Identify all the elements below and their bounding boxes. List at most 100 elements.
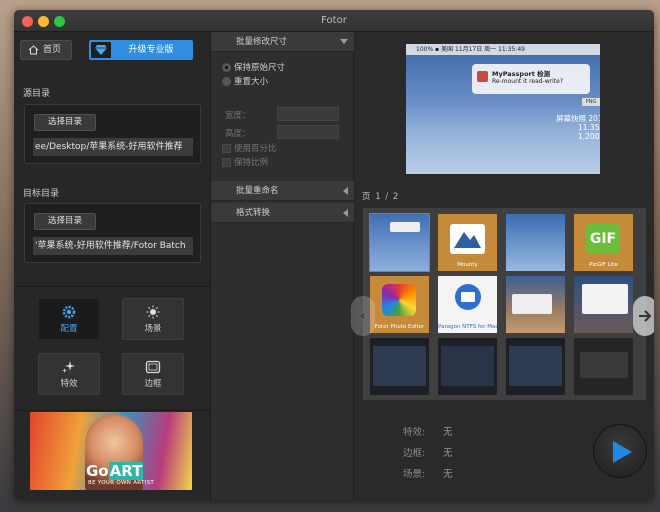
tool-effects-label: 特效	[60, 379, 78, 389]
thumbnail-caption: PicGIF Lite	[589, 262, 618, 268]
ntfs-logo-icon	[455, 284, 481, 310]
keep-original-radio[interactable]: 保持原始尺寸	[222, 61, 285, 73]
preview-caption-line: 11.35.	[578, 123, 600, 132]
home-button[interactable]: 首页	[20, 40, 72, 60]
left-panel: 首页 升级专业版 源目录 选择目录 ee/Desktop/苹果系统-好用软件推荐…	[14, 32, 211, 500]
divider	[14, 410, 211, 411]
reset-size-radio[interactable]: 重置大小	[222, 75, 268, 87]
rename-section-header[interactable]: 批量重命名	[211, 181, 354, 201]
use-percent-checkbox[interactable]: 使用百分比	[222, 142, 277, 154]
thumbnail[interactable]	[574, 276, 633, 333]
sun-icon	[146, 305, 160, 319]
width-row: 宽度：	[225, 107, 339, 121]
preview-caption-line: 1,200×4	[578, 132, 600, 141]
mounty-logo-icon	[454, 232, 481, 248]
promo-brand-art: ART	[108, 462, 144, 480]
target-dir-label: 目标目录	[23, 189, 60, 199]
home-button-label: 首页	[43, 45, 62, 55]
meta-frame-value: 无	[443, 448, 453, 459]
tool-frame-label: 边框	[144, 379, 162, 389]
meta-scene-row: 场景: 无	[403, 466, 453, 480]
divider	[14, 286, 211, 287]
meta-scene-key: 场景:	[403, 469, 426, 480]
notification-body: Re-mount it read-write?	[492, 78, 564, 85]
gif-logo-icon: GIF	[586, 224, 620, 254]
tool-effects-button[interactable]: 特效	[38, 353, 100, 395]
preview-panel: 100% ▪ 美国 11月17日 周一 11:35:49 MyPassport …	[351, 32, 654, 500]
source-dir-label: 源目录	[23, 89, 51, 99]
tool-config-button[interactable]: 配置	[38, 298, 100, 340]
resize-section-header[interactable]: 批量修改尺寸	[211, 32, 354, 52]
goart-promo-banner[interactable]: GoART BE YOUR OWN ARTIST	[30, 412, 192, 490]
preview-caption: 屏幕快照 201 11.35. 1,200×4	[556, 114, 600, 141]
thumbnail[interactable]: Mounty	[438, 214, 497, 271]
width-input[interactable]	[277, 107, 339, 121]
thumbnail[interactable]	[506, 214, 565, 271]
preview-menubar-text: 100% ▪ 美国 11月17日 周一 11:35:49	[406, 44, 600, 55]
tool-frame-button[interactable]: 边框	[122, 353, 184, 395]
promo-brand: GoART	[86, 462, 144, 480]
thumbnail[interactable]	[369, 213, 430, 272]
format-section-header[interactable]: 格式转换	[211, 203, 354, 223]
checkbox-icon	[222, 158, 231, 167]
preview-caption-line: 屏幕快照 201	[556, 114, 600, 123]
title-bar: Fotor	[14, 10, 654, 32]
height-input[interactable]	[277, 125, 339, 139]
use-percent-label: 使用百分比	[234, 144, 277, 154]
thumbnail-caption: Fotor Photo Editor	[374, 324, 425, 330]
checkbox-icon	[222, 144, 231, 153]
start-batch-button[interactable]	[593, 424, 647, 478]
promo-brand-go: Go	[86, 462, 109, 480]
tool-config-label: 配置	[60, 324, 78, 334]
page-indicator: 页 1 / 2	[362, 192, 400, 202]
preview-notification: MyPassport 检测 Re-mount it read-write?	[472, 64, 590, 94]
prev-page-button[interactable]: ‹	[351, 296, 375, 336]
target-choose-button[interactable]: 选择目录	[34, 213, 96, 230]
chevron-left-icon	[343, 187, 348, 195]
target-path-text: '苹果系统-好用软件推荐/Fotor Batch	[35, 241, 186, 251]
drive-icon	[477, 71, 488, 82]
meta-effects-value: 无	[443, 427, 453, 438]
thumbnail[interactable]	[506, 338, 565, 395]
meta-effects-key: 特效:	[403, 427, 426, 438]
upgrade-button[interactable]: 升级专业版	[89, 40, 193, 60]
keep-ratio-label: 保持比例	[234, 158, 269, 168]
settings-panel: 批量修改尺寸 保持原始尺寸 重置大小 宽度： 高度： 使用百分比 保持比例 批量…	[211, 32, 354, 500]
source-path-field[interactable]: ee/Desktop/苹果系统-好用软件推荐	[33, 138, 193, 156]
width-label: 宽度：	[225, 111, 251, 121]
thumbnail[interactable]	[370, 338, 429, 395]
gear-icon	[62, 305, 76, 319]
keep-ratio-checkbox[interactable]: 保持比例	[222, 156, 268, 168]
height-row: 高度：	[225, 125, 339, 139]
meta-effects-row: 特效: 无	[403, 424, 453, 438]
tool-scene-label: 场景	[144, 324, 162, 334]
meta-frame-key: 边框:	[403, 448, 426, 459]
source-choose-button[interactable]: 选择目录	[34, 114, 96, 131]
target-path-field[interactable]: '苹果系统-好用软件推荐/Fotor Batch	[33, 237, 193, 255]
sparkle-icon	[62, 361, 75, 373]
height-label: 高度：	[225, 129, 251, 139]
next-page-button[interactable]	[633, 296, 654, 336]
fotor-logo-icon	[382, 284, 416, 316]
thumbnail[interactable]: Paragon NTFS for Mac	[438, 276, 497, 333]
reset-size-label: 重置大小	[234, 77, 269, 87]
window-title: Fotor	[321, 15, 347, 26]
meta-frame-row: 边框: 无	[403, 445, 453, 459]
tool-scene-button[interactable]: 场景	[122, 298, 184, 340]
play-icon	[613, 441, 632, 463]
format-section-title: 格式转换	[236, 208, 271, 218]
frame-icon	[145, 360, 161, 374]
rename-section-title: 批量重命名	[236, 186, 279, 196]
target-dir-box: 选择目录 '苹果系统-好用软件推荐/Fotor Batch	[24, 203, 201, 263]
thumbnail[interactable]	[438, 338, 497, 395]
home-icon	[28, 45, 39, 55]
thumbnail[interactable]: GIF PicGIF Lite	[574, 214, 633, 271]
thumbnail[interactable]	[574, 338, 633, 395]
meta-scene-value: 无	[443, 469, 453, 480]
thumbnail[interactable]: Fotor Photo Editor	[370, 276, 429, 333]
thumbnail-caption: Paragon NTFS for Mac	[438, 324, 497, 330]
thumbnail-caption: Mounty	[457, 262, 478, 268]
thumbnail-grid: Mounty GIF PicGIF Lite Fotor Photo Edito…	[363, 208, 646, 400]
thumbnail[interactable]	[506, 276, 565, 333]
notification-title: MyPassport 检测	[492, 70, 551, 78]
